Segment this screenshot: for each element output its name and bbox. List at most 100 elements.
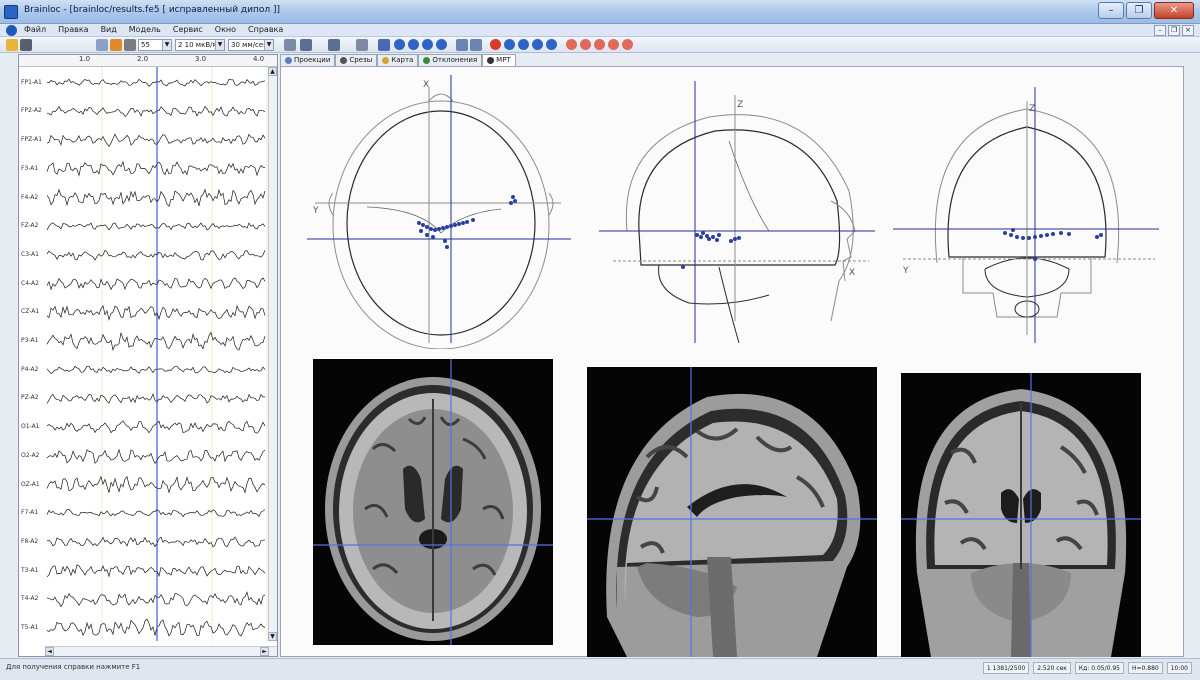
reset-view-icon[interactable] [546,39,557,50]
cursor-icon[interactable] [284,39,296,51]
tab-label: Срезы [349,56,373,64]
layers-icon[interactable] [328,39,340,51]
marker-1-icon[interactable] [566,39,577,50]
eeg-trace [46,509,266,518]
nose-outline [428,93,454,102]
map-icon [382,57,390,64]
deviation-icon [423,57,431,64]
scale-select[interactable]: 2 10 мкВ/мм ▼ [175,39,225,51]
marker-2-icon[interactable] [580,39,591,50]
filter-icon[interactable] [124,39,136,51]
scroll-up-icon[interactable]: ▲ [268,67,277,76]
chart-icon[interactable] [300,39,312,51]
window-title: Brainloc - [brainloc/results.fe5 [ испра… [24,5,281,15]
zoom-in-icon[interactable] [456,39,468,51]
marker-4-icon[interactable] [608,39,619,50]
doc-minimize-button[interactable]: – [1154,25,1166,36]
minimize-button[interactable]: – [1098,2,1124,19]
menu-service[interactable]: Сервис [173,25,203,34]
axis-label: Y [902,266,909,276]
amplitude-select[interactable]: 55 ▼ [138,39,172,51]
left-ear-outline [328,192,334,216]
eeg-trace [46,591,266,608]
axial-projection[interactable]: X Y [301,73,581,349]
time-ruler: 1.0 2.0 3.0 4.0 [19,55,277,67]
mri-axial-image [313,359,553,645]
eeg-trace [46,331,266,352]
speed-value: 30 мм/сек [231,41,268,49]
channel-label: T3-A1 [21,566,39,574]
view-front-icon[interactable] [394,39,405,50]
doc-close-button[interactable]: × [1182,25,1194,36]
view-left-icon[interactable] [422,39,433,50]
rotate-y-icon[interactable] [518,39,529,50]
axis-label: Y [312,206,319,216]
amplitude-value: 55 [141,41,150,49]
document-window-controls: – ❐ × [1154,25,1194,36]
coronal-projection[interactable]: Z Y [893,87,1163,349]
doc-restore-button[interactable]: ❐ [1168,25,1180,36]
open-folder-icon[interactable] [6,39,18,51]
title-bar: Brainloc - [brainloc/results.fe5 [ испра… [0,0,1200,24]
right-ear-outline [548,192,554,216]
eeg-trace [46,365,266,374]
ruler-tick: 2.0 [137,55,149,63]
scroll-down-icon[interactable]: ▼ [268,632,277,641]
eeg-channels[interactable]: FP1-A1 FP2-A2 FPZ-A1 F3-A1 F4-A2 FZ-A2 C3-A1 C4… [19,67,277,641]
zoom-out-icon[interactable] [470,39,482,51]
mri-axial-slice[interactable] [313,359,553,645]
maximize-button[interactable]: ❐ [1126,2,1152,19]
eeg-vertical-scrollbar[interactable]: ▲ ▼ [268,67,277,641]
tab-label: Проекции [294,56,331,64]
menu-file[interactable]: Файл [24,25,46,34]
status-goodness: Н=0.880 [1127,662,1163,674]
eeg-horizontal-scrollbar[interactable]: ◄ ► [45,646,277,656]
tab-mri[interactable]: МРТ [482,54,516,66]
menu-bar: Файл Правка Вид Модель Сервис Окно Справ… [0,24,1200,37]
person-icon[interactable] [110,39,122,51]
dipole-icon[interactable] [490,39,501,50]
window-controls: – ❐ ✕ [1098,2,1194,19]
menu-view[interactable]: Вид [101,25,117,34]
eye-icon[interactable] [378,39,390,51]
tab-projections[interactable]: Проекции [280,54,336,66]
channel-label: OZ-A1 [21,480,40,488]
sagittal-projection[interactable]: Z X [599,81,879,347]
mri-sagittal-slice[interactable] [587,367,877,657]
menu-model[interactable]: Модель [129,25,161,34]
view-right-icon[interactable] [436,39,447,50]
tab-deviations[interactable]: Отклонения [418,54,483,66]
binoculars-icon[interactable] [20,39,32,51]
marker-5-icon[interactable] [622,39,633,50]
document-icon[interactable] [6,25,17,36]
scroll-left-icon[interactable]: ◄ [45,647,54,656]
ruler-tick: 3.0 [195,55,207,63]
mri-coronal-slice[interactable] [901,373,1141,657]
dipole-cluster [681,231,741,269]
view-back-icon[interactable] [408,39,419,50]
tab-map[interactable]: Карта [377,54,419,66]
axis-label: Z [737,100,743,110]
chevron-down-icon: ▼ [215,40,224,50]
eeg-trace [46,105,266,118]
speed-select[interactable]: 30 мм/сек ▼ [228,39,274,51]
menu-window[interactable]: Окно [215,25,236,34]
menu-edit[interactable]: Правка [58,25,88,34]
rotate-x-icon[interactable] [504,39,515,50]
close-button[interactable]: ✕ [1154,2,1194,19]
channel-label: FP2-A2 [21,107,42,115]
sort-icon[interactable] [356,39,368,51]
rotate-z-icon[interactable] [532,39,543,50]
scroll-right-icon[interactable]: ► [260,647,269,656]
eeg-trace [46,78,266,87]
montage-icon[interactable] [96,39,108,51]
brainstem-outline [718,266,740,344]
tab-slices[interactable]: Срезы [335,54,378,66]
marker-3-icon[interactable] [594,39,605,50]
menu-help[interactable]: Справка [248,25,283,34]
channel-label: F4-A2 [21,193,39,201]
status-help-text: Для получения справки нажмите F1 [6,663,141,671]
cerebellum-outline [658,264,770,305]
eeg-trace [46,133,266,148]
view-tabs: Проекции Срезы Карта Отклонения МРТ [280,54,516,66]
